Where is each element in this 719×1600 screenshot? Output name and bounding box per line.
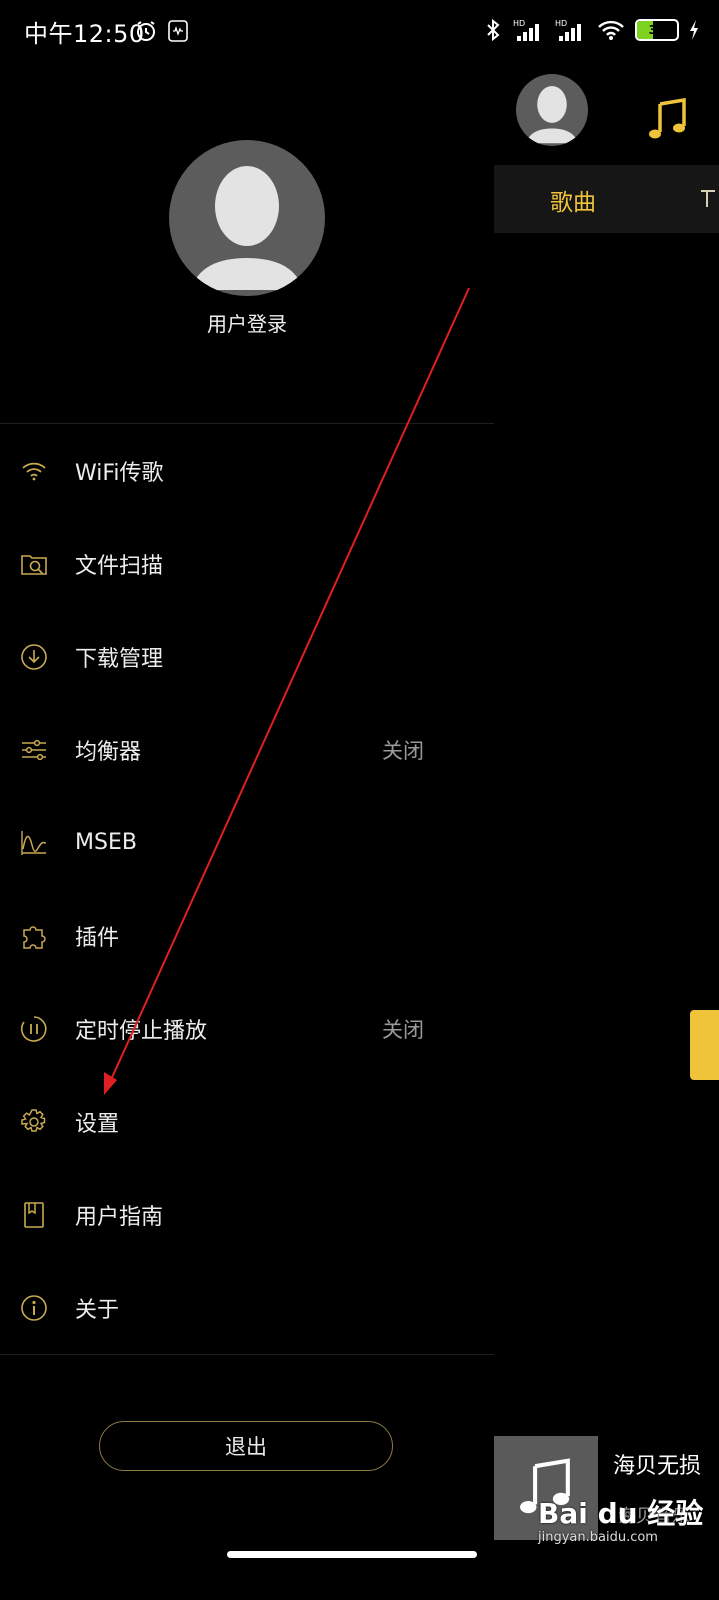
logout-button[interactable]: 退出 [99, 1421, 393, 1471]
timer-icon [20, 1015, 47, 1042]
bluetooth-icon [487, 18, 500, 42]
menu-label: WiFi传歌 [75, 460, 164, 486]
user-avatar[interactable] [169, 140, 325, 296]
menu-label: 设置 [75, 1111, 120, 1137]
signal-hd-icon-2: HD [555, 19, 581, 41]
waveform-icon [21, 830, 47, 855]
menu-item-plugins[interactable]: 插件 [0, 889, 494, 982]
menu-item-file-scan[interactable]: 文件扫描 [0, 517, 494, 610]
menu-label: MSEB [75, 830, 137, 855]
download-icon [21, 643, 47, 670]
tab-bar: 歌曲 [494, 165, 719, 233]
signal-hd-icon: HD [513, 19, 539, 41]
navigation-drawer: 用户登录 WiFi传歌 文件扫描 下载管理 均衡器 关闭 MSEB 插件 定时停… [0, 0, 494, 1600]
folder-scan-icon [21, 554, 47, 575]
menu-item-mseb[interactable]: MSEB [0, 796, 494, 889]
menu-label: 下载管理 [75, 646, 164, 672]
battery-level: 39 [648, 23, 666, 37]
header-avatar[interactable] [516, 74, 588, 146]
watermark-brand: Bai du 经验 [538, 1497, 704, 1530]
book-icon [24, 1201, 44, 1228]
music-note-icon[interactable] [646, 98, 690, 142]
svg-text:HD: HD [555, 19, 567, 28]
app-notification-icon [168, 20, 188, 42]
avatar-placeholder-icon [526, 86, 578, 144]
menu-item-sleep-timer[interactable]: 定时停止播放 关闭 [0, 982, 494, 1075]
status-time: 中午12:50 [24, 20, 145, 48]
status-icons: HD HD 39 [485, 18, 699, 42]
wifi-status-icon [598, 20, 624, 40]
menu-label: 用户指南 [75, 1204, 164, 1230]
charging-icon [690, 20, 698, 40]
quick-index-tab[interactable] [690, 1010, 719, 1080]
menu-item-about[interactable]: 关于 [0, 1261, 494, 1354]
battery-icon: 39 [635, 19, 679, 41]
drawer-divider-bottom [0, 1354, 494, 1355]
watermark-url: jingyan.baidu.com [538, 1530, 658, 1545]
menu-label: 文件扫描 [75, 553, 164, 579]
equalizer-status: 关闭 [382, 738, 424, 763]
puzzle-icon [23, 925, 46, 949]
menu-label: 插件 [75, 925, 120, 951]
menu-item-settings[interactable]: 设置 [0, 1075, 494, 1168]
baidu-watermark: Bai du 经验 jingyan.baidu.com [538, 1492, 713, 1552]
menu-label: 关于 [75, 1297, 120, 1323]
equalizer-icon [22, 739, 46, 760]
home-indicator[interactable] [227, 1551, 477, 1558]
alarm-icon [137, 21, 155, 41]
menu-label: 定时停止播放 [75, 1018, 208, 1044]
main-panel: 歌曲 海贝无损 海贝音乐 [494, 0, 719, 1600]
status-bar: 中午12:50 HD HD 39 [0, 0, 719, 64]
drawer-menu: WiFi传歌 文件扫描 下载管理 均衡器 关闭 MSEB 插件 定时停止播放 关… [0, 424, 494, 1354]
avatar-placeholder-icon [191, 166, 303, 290]
info-icon [21, 1294, 47, 1321]
svg-text:HD: HD [513, 19, 525, 28]
menu-item-equalizer[interactable]: 均衡器 关闭 [0, 703, 494, 796]
menu-item-download-manager[interactable]: 下载管理 [0, 610, 494, 703]
gear-icon [21, 1108, 46, 1132]
wifi-icon [22, 462, 46, 480]
menu-label: 均衡器 [75, 739, 142, 765]
tab-songs[interactable]: 歌曲 [550, 183, 596, 217]
menu-item-wifi-transfer[interactable]: WiFi传歌 [0, 424, 494, 517]
player-title: 海贝无损 [613, 1454, 702, 1479]
user-login-label[interactable]: 用户登录 [0, 308, 494, 337]
chevron-icon [701, 190, 715, 207]
menu-item-user-guide[interactable]: 用户指南 [0, 1168, 494, 1261]
sleep-timer-status: 关闭 [382, 1017, 424, 1042]
